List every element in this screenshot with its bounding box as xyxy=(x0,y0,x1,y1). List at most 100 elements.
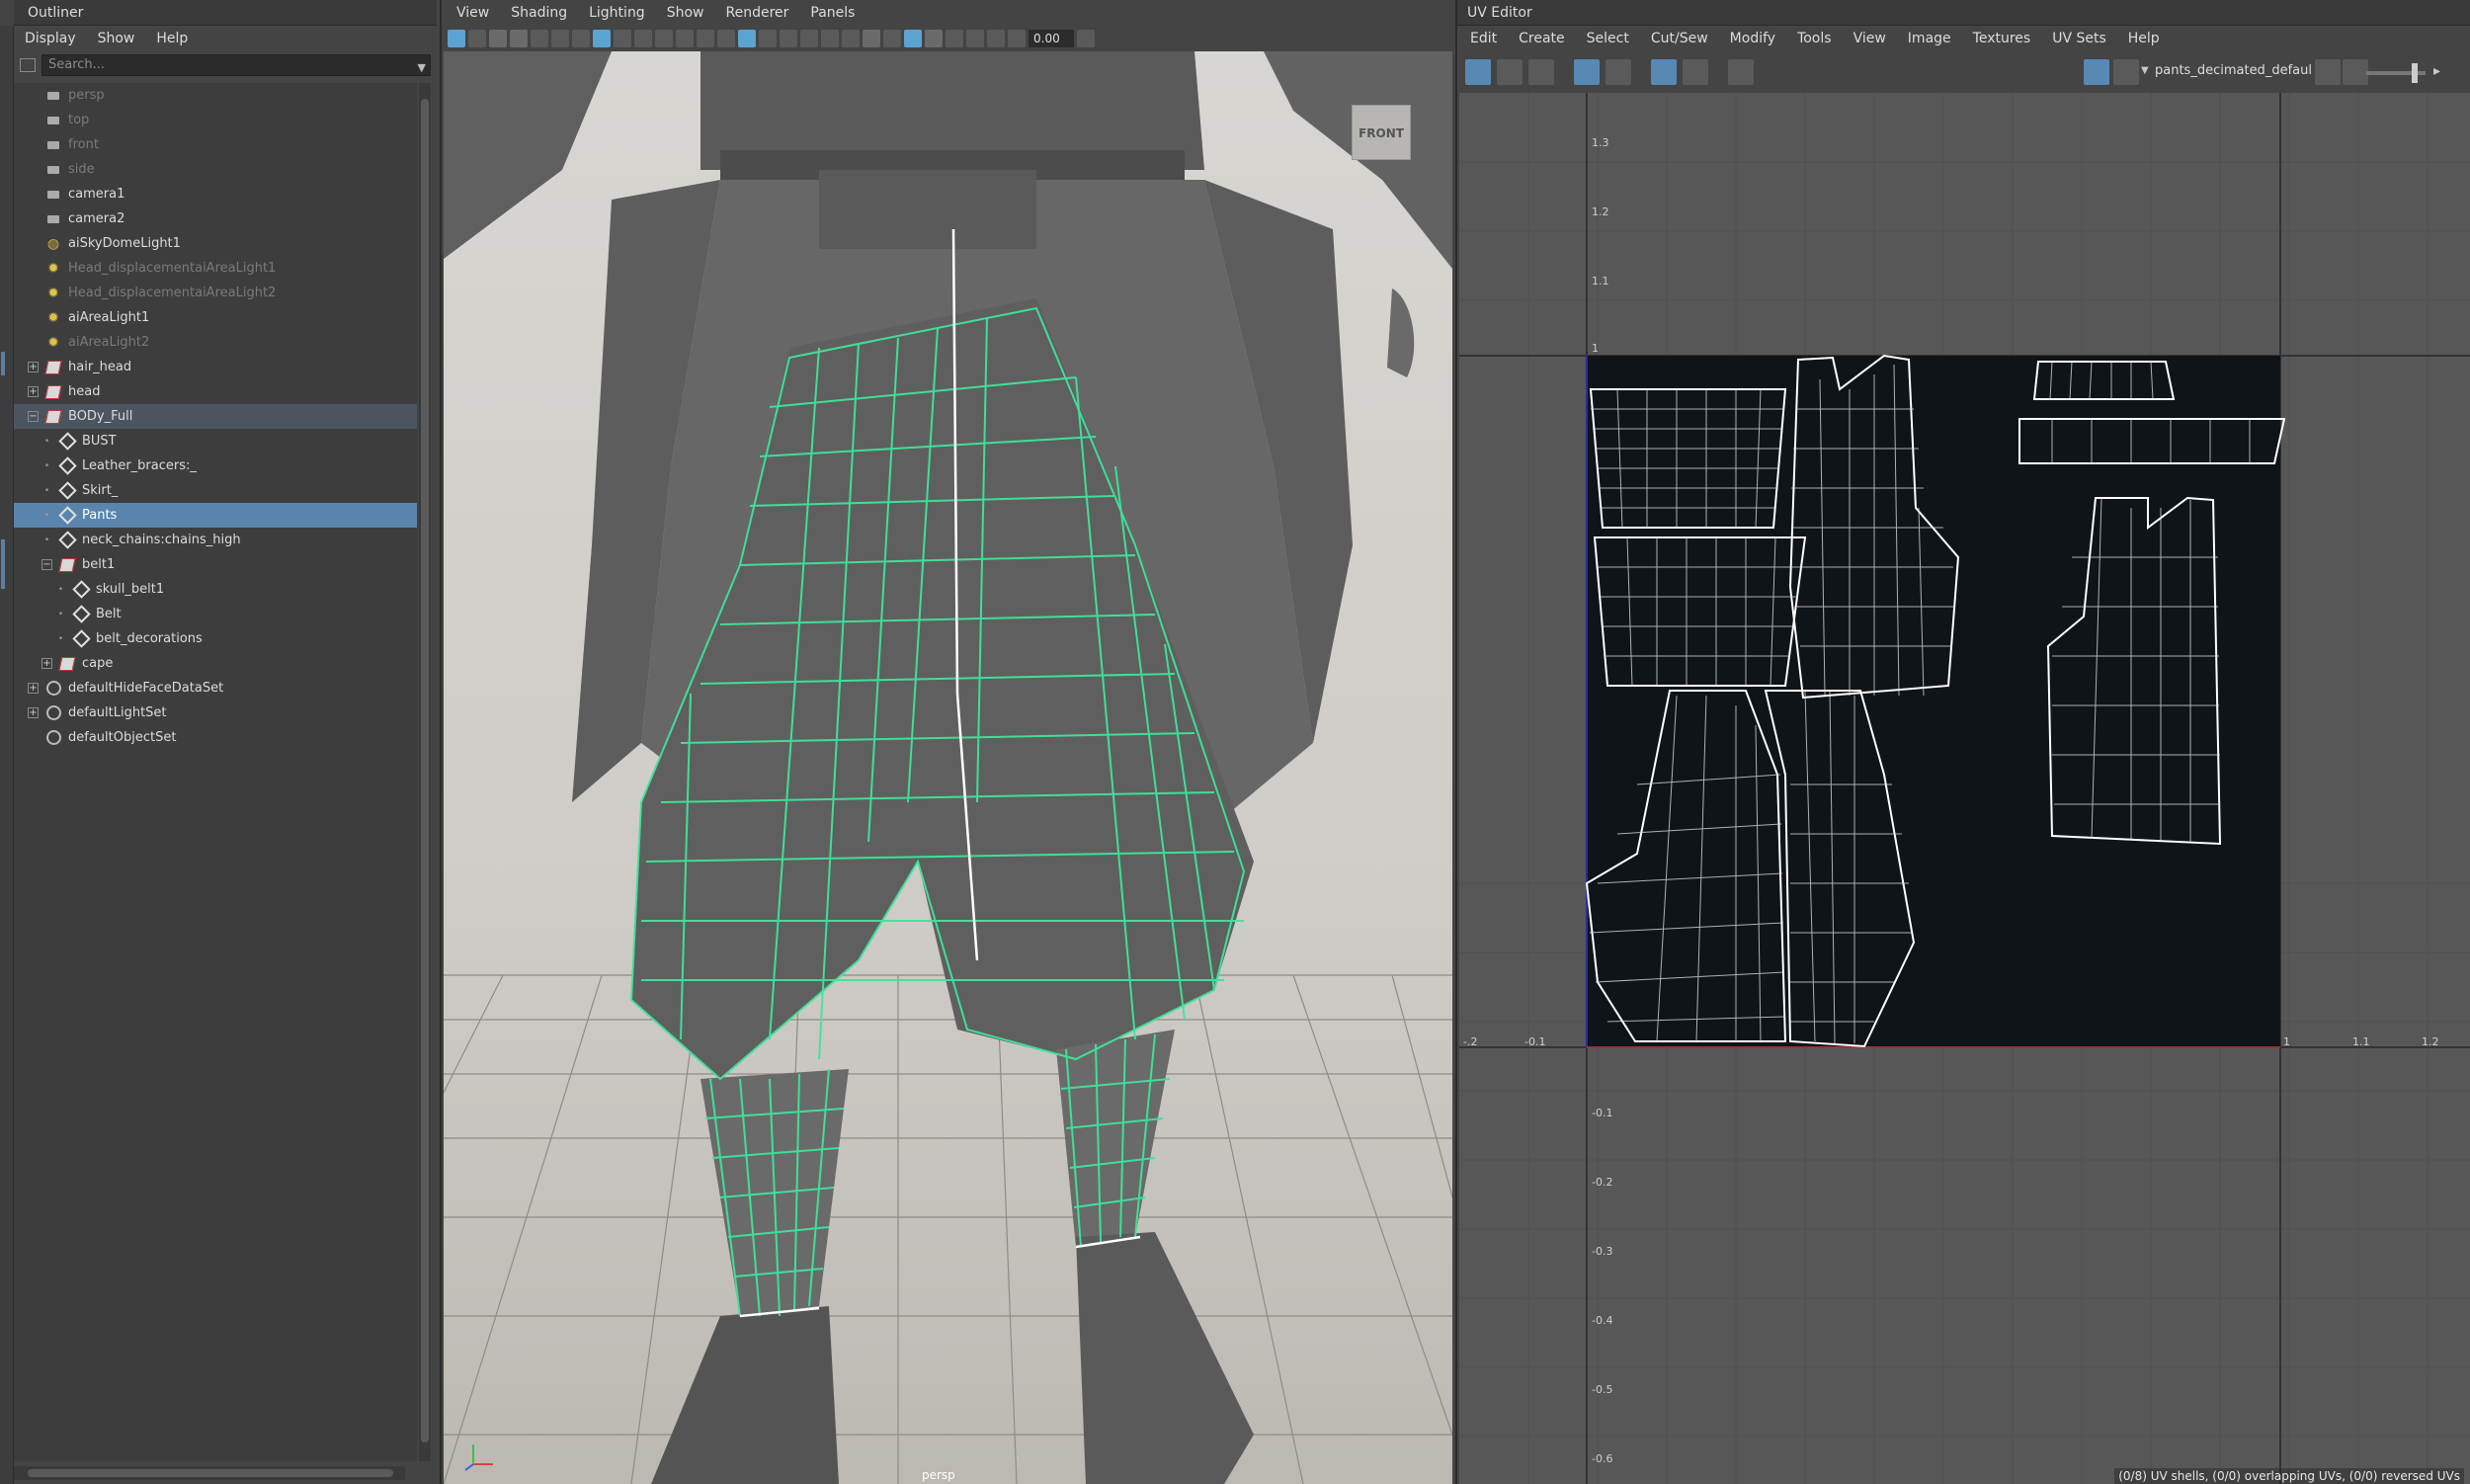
outliner-menu-help[interactable]: Help xyxy=(145,31,199,46)
view-cube[interactable]: FRONT xyxy=(1352,105,1411,160)
texture-name-field[interactable]: pants_decimated_defaul xyxy=(2155,63,2312,78)
use-all-lights-icon[interactable] xyxy=(821,30,839,47)
uv-dim-image-icon[interactable] xyxy=(1683,59,1708,85)
uv-grid-icon[interactable] xyxy=(1574,59,1600,85)
textured-icon[interactable] xyxy=(800,30,818,47)
outliner-item[interactable]: ◍ aiSkyDomeLight1 xyxy=(14,231,417,256)
depth-of-field-icon[interactable] xyxy=(987,30,1005,47)
uv-menu-edit[interactable]: Edit xyxy=(1459,31,1508,46)
uv-menu-uv-sets[interactable]: UV Sets xyxy=(2041,31,2117,46)
outliner-item[interactable]: • BUST xyxy=(14,429,417,453)
uv-brightness-slider[interactable] xyxy=(2366,63,2426,83)
outliner-item[interactable]: top xyxy=(14,108,417,132)
uv-snapshot-icon[interactable] xyxy=(1728,59,1754,85)
outliner-item[interactable]: + hair_head xyxy=(14,355,417,379)
xray-icon[interactable] xyxy=(863,30,880,47)
chevron-down-icon[interactable]: ▼ xyxy=(418,58,426,78)
expand-icon[interactable]: + xyxy=(28,707,39,718)
outliner-item[interactable]: + defaultLightSet xyxy=(14,701,417,725)
uv-pixel-snap-icon[interactable] xyxy=(1606,59,1631,85)
gamma-icon[interactable] xyxy=(1077,30,1095,47)
uv-select-icon[interactable] xyxy=(1465,59,1491,85)
outliner-item[interactable]: + head xyxy=(14,379,417,404)
safe-title-icon[interactable] xyxy=(697,30,714,47)
uv-menu-help[interactable]: Help xyxy=(2117,31,2171,46)
uv-menu-select[interactable]: Select xyxy=(1576,31,1640,46)
collapse-icon[interactable]: − xyxy=(28,411,39,422)
exposure-field[interactable]: 0.00 xyxy=(1029,30,1074,47)
outliner-item[interactable]: defaultObjectSet xyxy=(14,725,417,750)
default-material-icon[interactable] xyxy=(780,30,797,47)
uv-canvas[interactable]: 1.3 1.2 1.1 1 -0.1 -0.2 -0.3 -0.4 -0.5 -0.6 -.2 -0.… xyxy=(1459,93,2470,1484)
outliner-item[interactable]: ✹ aiAreaLight1 xyxy=(14,305,417,330)
outliner-horizontal-scrollbar[interactable] xyxy=(14,1466,405,1480)
viewport-menu-renderer[interactable]: Renderer xyxy=(714,5,799,21)
smooth-shade-icon[interactable] xyxy=(738,30,756,47)
viewport-menu-shading[interactable]: Shading xyxy=(500,5,578,21)
wireframe-on-shaded-icon[interactable] xyxy=(759,30,777,47)
field-chart-icon[interactable] xyxy=(655,30,673,47)
viewport-menu-show[interactable]: Show xyxy=(656,5,715,21)
outliner-item[interactable]: • neck_chains:chains_high xyxy=(14,528,417,552)
outliner-item[interactable]: camera1 xyxy=(14,182,417,206)
uv-texture-refresh-icon[interactable] xyxy=(2315,59,2341,85)
viewport-3d-scene[interactable]: FRONT persp xyxy=(444,51,1452,1484)
image-plane-icon[interactable] xyxy=(510,30,528,47)
search-input[interactable]: Search... ▼ xyxy=(41,54,431,76)
uv-menu-tools[interactable]: Tools xyxy=(1786,31,1843,46)
expand-icon[interactable]: + xyxy=(28,386,39,397)
uv-move-icon[interactable] xyxy=(1528,59,1554,85)
outliner-item[interactable]: camera2 xyxy=(14,206,417,231)
outliner-item[interactable]: + defaultHideFaceDataSet xyxy=(14,676,417,701)
outliner-vertical-scrollbar[interactable] xyxy=(419,83,431,1461)
outliner-item[interactable]: • Pants xyxy=(14,503,417,528)
xray-joints-icon[interactable] xyxy=(883,30,901,47)
uv-menu-textures[interactable]: Textures xyxy=(1962,31,2042,46)
outliner-menu-show[interactable]: Show xyxy=(87,31,146,46)
viewport-menu-panels[interactable]: Panels xyxy=(799,5,865,21)
collapse-icon[interactable]: − xyxy=(41,559,52,570)
exposure-icon[interactable] xyxy=(1008,30,1026,47)
outliner-item[interactable]: ✹ Head_displacementaiAreaLight2 xyxy=(14,281,417,305)
uv-menu-view[interactable]: View xyxy=(1843,31,1897,46)
outliner-item[interactable]: • Belt xyxy=(14,602,417,626)
chevron-down-icon[interactable]: ▼ xyxy=(2141,65,2149,76)
uv-exposure-icon[interactable] xyxy=(2343,59,2368,85)
outliner-item[interactable]: front xyxy=(14,132,417,157)
uv-image-display-icon[interactable] xyxy=(2084,59,2109,85)
viewport-menu-lighting[interactable]: Lighting xyxy=(578,5,656,21)
uv-checkerboard-icon[interactable] xyxy=(2113,59,2139,85)
grease-pencil-icon[interactable] xyxy=(531,30,548,47)
uv-menu-cut-sew[interactable]: Cut/Sew xyxy=(1640,31,1719,46)
outliner-item[interactable]: persp xyxy=(14,83,417,108)
outliner-item[interactable]: + cape xyxy=(14,651,417,676)
uv-shell-icon[interactable] xyxy=(1497,59,1523,85)
filter-icon[interactable] xyxy=(20,58,36,72)
camera-attributes-icon[interactable] xyxy=(468,30,486,47)
uv-menu-modify[interactable]: Modify xyxy=(1719,31,1786,46)
outliner-item[interactable]: • belt_decorations xyxy=(14,626,417,651)
outliner-item[interactable]: side xyxy=(14,157,417,182)
chevron-right-icon[interactable]: ▸ xyxy=(2433,63,2440,79)
expand-icon[interactable]: + xyxy=(28,683,39,694)
select-camera-icon[interactable] xyxy=(448,30,465,47)
gate-mask-icon[interactable] xyxy=(634,30,652,47)
viewport-menu-view[interactable]: View xyxy=(446,5,500,21)
shadows-icon[interactable] xyxy=(842,30,860,47)
motion-blur-icon[interactable] xyxy=(946,30,963,47)
isolate-select-icon[interactable] xyxy=(904,30,922,47)
uv-menu-image[interactable]: Image xyxy=(1897,31,1962,46)
ambient-occlusion-icon[interactable] xyxy=(925,30,943,47)
resolution-gate-icon[interactable] xyxy=(614,30,631,47)
outliner-item[interactable]: − BODy_Full xyxy=(14,404,417,429)
safe-action-icon[interactable] xyxy=(676,30,694,47)
bookmark-icon[interactable] xyxy=(489,30,507,47)
wireframe-icon[interactable] xyxy=(717,30,735,47)
uv-checker-icon[interactable] xyxy=(1651,59,1677,85)
expand-icon[interactable]: + xyxy=(41,658,52,669)
outliner-item[interactable]: • skull_belt1 xyxy=(14,577,417,602)
2d-pan-icon[interactable] xyxy=(551,30,569,47)
outliner-item[interactable]: ✹ Head_displacementaiAreaLight1 xyxy=(14,256,417,281)
expand-icon[interactable]: + xyxy=(28,362,39,372)
outliner-item[interactable]: ✹ aiAreaLight2 xyxy=(14,330,417,355)
